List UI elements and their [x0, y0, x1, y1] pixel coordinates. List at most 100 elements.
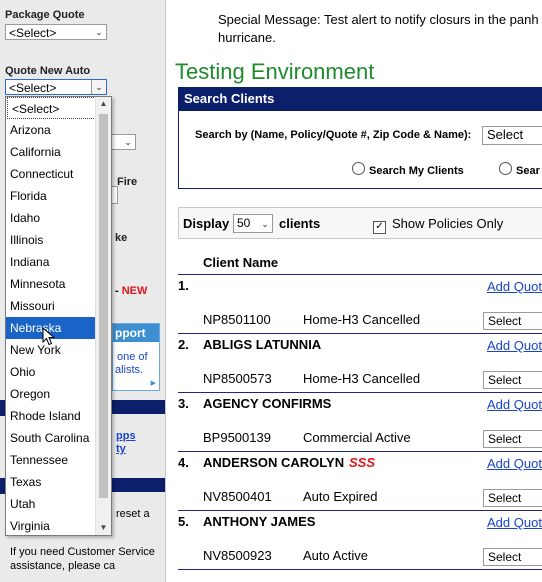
clients-label: clients	[279, 216, 321, 231]
sidebar-blue-band	[112, 400, 165, 414]
add-quote-link[interactable]: Add Quot	[487, 338, 542, 353]
special-message-line2: hurricane.	[218, 30, 276, 45]
display-label: Display	[183, 216, 230, 231]
dropdown-option[interactable]: California	[6, 141, 97, 163]
display-count-select[interactable]: 50 ⌄	[233, 214, 273, 233]
client-name[interactable]: AGENCY CONFIRMS	[203, 396, 331, 411]
radio-other-label: Sear	[516, 165, 540, 177]
radio-search-other[interactable]: Sear	[499, 162, 540, 177]
dropdown-option[interactable]: Florida	[6, 185, 97, 207]
client-flag: SSS	[349, 455, 376, 470]
dropdown-option[interactable]: Indiana	[6, 251, 97, 273]
header-divider	[178, 274, 542, 275]
row-divider	[178, 451, 542, 452]
search-by-label: Search by (Name, Policy/Quote #, Zip Cod…	[195, 129, 472, 141]
policy-description: Auto Active	[303, 548, 369, 563]
partial-input[interactable]	[112, 186, 118, 204]
package-quote-label: Package Quote	[5, 9, 85, 21]
dropdown-option[interactable]: Rhode Island	[6, 405, 97, 427]
row-number: 1.	[178, 278, 189, 293]
radio-search-my-clients[interactable]: Search My Clients	[352, 162, 464, 177]
policy-number: NV8500401	[203, 489, 272, 504]
dropdown-option[interactable]: Arizona	[6, 119, 97, 141]
new-badge: NEW	[121, 285, 148, 297]
partial-fire-label: Fire	[117, 176, 138, 188]
policy-description: Commercial Active	[303, 430, 411, 445]
policy-action-select[interactable]: Select	[483, 371, 542, 389]
policy-action-select[interactable]: Select	[483, 430, 542, 448]
partial-link-apps[interactable]: pps	[116, 430, 136, 442]
dropdown-option[interactable]: South Carolina	[6, 427, 97, 449]
hidden-select[interactable]: ⌄	[110, 134, 136, 150]
scrollbar-thumb[interactable]	[99, 114, 108, 498]
policy-action-select[interactable]: Select	[483, 489, 542, 507]
dropdown-option[interactable]: Texas	[6, 471, 97, 493]
row-number: 4.	[178, 455, 189, 470]
partial-link-ty[interactable]: ty	[116, 443, 126, 455]
environment-title: Testing Environment	[175, 59, 375, 84]
dropdown-option[interactable]: Tennessee	[6, 449, 97, 471]
row-divider	[178, 569, 542, 570]
partial-ke-label: ke	[115, 232, 128, 244]
policy-number: NV8500923	[203, 548, 272, 563]
add-quote-link[interactable]: Add Quot	[487, 456, 542, 471]
chevron-down-icon: ⌄	[124, 137, 132, 147]
new-prefix: -	[115, 285, 119, 297]
quote-new-auto-label: Quote New Auto	[5, 65, 91, 77]
client-name-header: Client Name	[203, 255, 279, 270]
chevron-down-icon: ⌄	[91, 80, 106, 94]
radio-my-clients-label: Search My Clients	[369, 165, 464, 177]
mouse-cursor-icon	[42, 327, 56, 346]
client-name[interactable]: ANDERSON CAROLYN	[203, 455, 344, 470]
search-clients-header: Search Clients	[178, 87, 542, 111]
promo-line1: one of	[117, 351, 148, 363]
customer-service-line1: If you need Customer Service	[10, 546, 155, 558]
dropdown-option[interactable]: Missouri	[6, 295, 97, 317]
policy-description: Home-H3 Cancelled	[303, 312, 421, 327]
dropdown-option[interactable]: Virginia	[6, 515, 97, 537]
radio-icon[interactable]	[499, 162, 512, 175]
sidebar-blue-band-2	[112, 478, 165, 492]
dropdown-option[interactable]: Oregon	[6, 383, 97, 405]
package-quote-select[interactable]: <Select> ⌄	[5, 24, 107, 40]
dropdown-option[interactable]: <Select>	[7, 97, 96, 119]
policy-action-select[interactable]: Select	[483, 312, 542, 330]
policy-action-select[interactable]: Select	[483, 548, 542, 566]
checkbox-icon[interactable]: ✓	[373, 221, 386, 234]
chevron-down-icon: ⌄	[95, 27, 103, 37]
scroll-down-icon[interactable]: ▼	[96, 521, 111, 535]
add-quote-link[interactable]: Add Quot	[487, 397, 542, 412]
dropdown-option[interactable]: Idaho	[6, 207, 97, 229]
package-quote-value: <Select>	[9, 26, 57, 40]
scroll-up-icon[interactable]: ▲	[96, 97, 111, 111]
promo-title: pport	[113, 324, 159, 342]
dropdown-option[interactable]: Ohio	[6, 361, 97, 383]
dropdown-option[interactable]: Utah	[6, 493, 97, 515]
promo-line2: alists.	[115, 364, 144, 376]
dropdown-option[interactable]: Minnesota	[6, 273, 97, 295]
customer-service-line2: assistance, please ca	[10, 560, 116, 572]
search-by-select[interactable]: Select	[482, 126, 542, 145]
row-divider	[178, 333, 542, 334]
quote-new-auto-value: <Select>	[9, 81, 57, 95]
add-quote-link[interactable]: Add Quot	[487, 515, 542, 530]
row-divider	[178, 510, 542, 511]
row-divider	[178, 392, 542, 393]
support-promo[interactable]: pport one of alists. ▶	[112, 323, 160, 391]
dropdown-scrollbar[interactable]: ▲ ▼	[95, 97, 111, 535]
policy-number: BP9500139	[203, 430, 271, 445]
client-name[interactable]: ANTHONY JAMES	[203, 514, 315, 529]
client-name[interactable]: ABLIGS LATUNNIA	[203, 337, 321, 352]
partial-new-label: - NEW	[115, 285, 147, 297]
display-count-value: 50	[237, 216, 251, 230]
partial-reset-text: reset a	[116, 508, 150, 520]
policy-number: NP8501100	[203, 312, 271, 327]
show-policies-checkbox[interactable]: ✓ Show Policies Only	[373, 216, 503, 234]
radio-icon[interactable]	[352, 162, 365, 175]
dropdown-option[interactable]: Connecticut	[6, 163, 97, 185]
add-quote-link[interactable]: Add Quot	[487, 279, 542, 294]
state-dropdown-list[interactable]: <Select> Arizona California Connecticut Flor…	[5, 96, 112, 536]
quote-new-auto-select[interactable]: <Select> ⌄	[5, 79, 107, 95]
dropdown-option[interactable]: Illinois	[6, 229, 97, 251]
row-number: 2.	[178, 337, 189, 352]
